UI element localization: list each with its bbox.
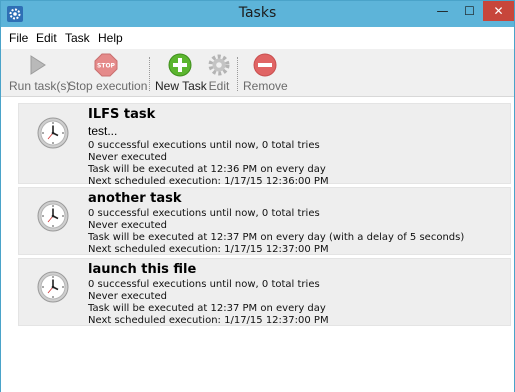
edit-button[interactable]: Edit <box>206 53 232 93</box>
remove-label: Remove <box>243 79 288 93</box>
task-next-run: Next scheduled execution: 1/17/15 12:37:… <box>88 244 329 255</box>
task-details: 0 successful executions until now, 0 tot… <box>88 140 329 188</box>
tasks-window: Tasks — ☐ ✕ File Edit Task Help Run task… <box>0 0 515 392</box>
clock-icon <box>37 200 69 232</box>
new-task-label: New Task <box>155 79 207 93</box>
clock-icon <box>37 117 69 149</box>
maximize-button[interactable]: ☐ <box>456 1 483 21</box>
toolbar-separator <box>149 57 150 91</box>
task-last-run: Never executed <box>88 291 167 302</box>
remove-button[interactable]: Remove <box>243 53 288 93</box>
new-task-button[interactable]: New Task <box>155 53 207 93</box>
play-icon <box>30 55 46 75</box>
toolbar: Run task(s) STOP Stop execution New Task <box>1 49 514 97</box>
menu-edit[interactable]: Edit <box>36 31 57 45</box>
menu-task[interactable]: Task <box>65 31 90 45</box>
task-last-run: Never executed <box>88 220 167 231</box>
task-name: ILFS task <box>88 107 156 122</box>
task-stats: 0 successful executions until now, 0 tot… <box>88 140 320 151</box>
task-stats: 0 successful executions until now, 0 tot… <box>88 279 320 290</box>
task-description: test... <box>88 124 118 138</box>
menu-bar: File Edit Task Help <box>1 28 514 49</box>
task-stats: 0 successful executions until now, 0 tot… <box>88 208 320 219</box>
stop-sign-icon: STOP <box>94 53 118 77</box>
stop-execution-label: Stop execution <box>68 79 148 93</box>
task-name: launch this file <box>88 262 197 277</box>
task-details: 0 successful executions until now, 0 tot… <box>88 279 329 327</box>
add-icon <box>168 53 192 77</box>
task-list[interactable]: ILFS task test... 0 successful execution… <box>1 98 514 392</box>
run-tasks-label: Run task(s) <box>9 79 71 93</box>
svg-text:STOP: STOP <box>97 63 116 70</box>
task-schedule: Task will be executed at 12:37 PM on eve… <box>88 232 465 243</box>
title-bar[interactable]: Tasks — ☐ ✕ <box>1 1 514 27</box>
task-schedule: Task will be executed at 12:36 PM on eve… <box>88 164 326 175</box>
menu-file[interactable]: File <box>9 31 28 45</box>
menu-help[interactable]: Help <box>98 31 123 45</box>
stop-execution-button[interactable]: STOP Stop execution <box>68 53 148 93</box>
run-tasks-button[interactable]: Run task(s) <box>9 53 71 93</box>
gear-icon <box>208 54 230 76</box>
edit-label: Edit <box>208 79 230 93</box>
task-item[interactable]: another task 0 successful executions unt… <box>18 187 511 255</box>
task-last-run: Never executed <box>88 152 167 163</box>
task-details: 0 successful executions until now, 0 tot… <box>88 208 464 256</box>
task-schedule: Task will be executed at 12:37 PM on eve… <box>88 303 326 314</box>
task-name: another task <box>88 191 182 206</box>
remove-icon <box>253 53 277 77</box>
toolbar-separator <box>237 57 238 91</box>
minimize-button[interactable]: — <box>429 1 456 21</box>
task-item[interactable]: launch this file 0 successful executions… <box>18 258 511 326</box>
task-next-run: Next scheduled execution: 1/17/15 12:37:… <box>88 315 329 326</box>
close-button[interactable]: ✕ <box>483 1 514 21</box>
task-item[interactable]: ILFS task test... 0 successful execution… <box>18 103 511 187</box>
clock-icon <box>37 271 69 303</box>
